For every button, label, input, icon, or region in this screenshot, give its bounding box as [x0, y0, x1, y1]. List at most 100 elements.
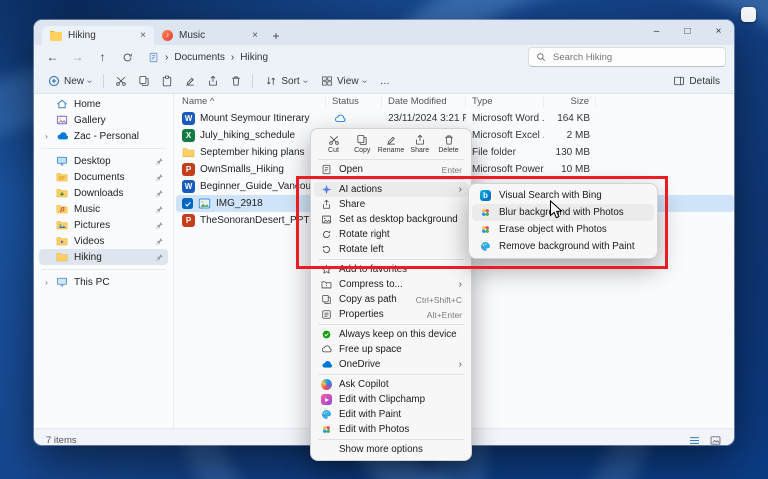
folder-icon — [182, 146, 195, 159]
menu-item-edit-with-paint[interactable]: Edit with Paint — [314, 407, 468, 422]
sidebar-item-this-pc[interactable]: › This PC — [39, 274, 168, 290]
copy-icon[interactable] — [133, 72, 154, 91]
quick-copy-button[interactable]: Copy — [349, 134, 376, 154]
tab-hiking[interactable]: Hiking × — [42, 26, 154, 45]
more-options-button[interactable]: … — [374, 74, 396, 89]
checkbox-checked-icon[interactable] — [182, 198, 193, 209]
menu-item-always-keep-on-device[interactable]: Always keep on this device — [314, 327, 468, 342]
breadcrumb: › Documents › Hiking — [142, 52, 524, 63]
chevron-right-icon[interactable]: › — [43, 278, 50, 287]
paste-icon[interactable] — [156, 72, 177, 91]
sort-button[interactable]: Sort › — [259, 73, 313, 89]
menu-item-edit-with-photos[interactable]: Edit with Photos — [314, 422, 468, 437]
sidebar-item-hiking[interactable]: Hiking — [39, 249, 168, 265]
rename-icon[interactable] — [179, 72, 200, 91]
new-tab-button[interactable]: + — [266, 26, 286, 45]
quick-rename-button[interactable]: Rename — [378, 134, 405, 154]
submenu-item-remove-background-paint[interactable]: Remove background with Paint — [472, 238, 654, 255]
sidebar-item-music[interactable]: Music — [39, 201, 168, 217]
menu-item-set-as-desktop-background[interactable]: Set as desktop background — [314, 212, 468, 227]
search-input[interactable] — [551, 51, 718, 64]
sidebar-item-onedrive[interactable]: › Zac - Personal — [39, 128, 168, 144]
submenu-item-visual-search-bing[interactable]: b Visual Search with Bing — [472, 187, 654, 204]
excel-file-icon: X — [182, 129, 195, 142]
quick-copy-label: Copy — [354, 147, 370, 154]
menu-item-compress-to[interactable]: Compress to... › — [314, 277, 468, 292]
new-button[interactable]: New › — [42, 73, 97, 89]
menu-item-ask-copilot[interactable]: Ask Copilot — [314, 377, 468, 392]
sidebar-item-videos[interactable]: Videos — [39, 233, 168, 249]
menu-item-rotate-right[interactable]: Rotate right — [314, 227, 468, 242]
menu-item-ai-actions[interactable]: AI actions › — [314, 182, 468, 197]
back-icon[interactable]: ← — [42, 47, 63, 67]
sidebar-item-home[interactable]: Home — [39, 96, 168, 112]
search-box[interactable] — [528, 47, 726, 67]
column-header-date[interactable]: Date Modified — [382, 96, 466, 108]
breadcrumb-documents[interactable]: Documents — [174, 52, 225, 63]
forward-icon[interactable]: → — [67, 47, 88, 67]
tab-close-icon[interactable]: × — [140, 31, 146, 41]
cut-icon[interactable] — [110, 72, 131, 91]
large-icons-view-icon[interactable] — [709, 434, 722, 446]
submenu-item-erase-object-photos[interactable]: Erase object with Photos — [472, 221, 654, 238]
sort-button-label: Sort — [281, 76, 299, 87]
maximize-button[interactable]: □ — [672, 20, 703, 42]
sidebar-item-downloads[interactable]: Downloads — [39, 185, 168, 201]
tab-music[interactable]: ♪ Music × — [154, 26, 266, 45]
share-icon[interactable] — [202, 72, 223, 91]
column-header-status[interactable]: Status — [326, 96, 382, 108]
file-name: IMG_2918 — [216, 198, 263, 209]
menu-item-rotate-left[interactable]: Rotate left — [314, 242, 468, 257]
sidebar-item-gallery[interactable]: Gallery — [39, 112, 168, 128]
menu-item-copy-as-path[interactable]: Copy as path Ctrl+Shift+C — [314, 292, 468, 307]
sidebar-item-documents[interactable]: Documents — [39, 169, 168, 185]
documents-folder-icon — [55, 171, 69, 183]
window-controls: – □ × — [641, 20, 734, 42]
file-type: Microsoft Power... — [466, 164, 544, 175]
pin-icon — [155, 205, 164, 214]
menu-item-open[interactable]: Open Enter — [314, 162, 468, 177]
folder-icon — [50, 31, 62, 41]
sidebar-item-pictures[interactable]: Pictures — [39, 217, 168, 233]
cloud-icon — [320, 344, 333, 355]
close-button[interactable]: × — [703, 20, 734, 42]
chevron-right-icon[interactable]: › — [43, 132, 50, 141]
tab-close-icon[interactable]: × — [252, 31, 258, 41]
details-pane-button[interactable]: Details — [667, 73, 726, 89]
menu-separator — [318, 179, 464, 180]
clipchamp-icon — [320, 394, 333, 405]
image-file-icon — [198, 197, 211, 210]
view-button[interactable]: View › — [315, 73, 372, 89]
submenu-item-blur-background-photos[interactable]: Blur background with Photos — [472, 204, 654, 221]
quick-delete-button[interactable]: Delete — [435, 134, 462, 154]
sidebar-item-label: Videos — [74, 236, 104, 247]
divider — [252, 74, 253, 88]
menu-item-edit-with-clipchamp[interactable]: Edit with Clipchamp — [314, 392, 468, 407]
pin-icon — [155, 253, 164, 262]
minimize-button[interactable]: – — [641, 20, 672, 42]
menu-item-properties[interactable]: Properties Alt+Enter — [314, 307, 468, 322]
details-view-icon[interactable] — [688, 434, 701, 446]
menu-item-add-to-favorites[interactable]: Add to favorites — [314, 262, 468, 277]
copilot-icon — [320, 379, 333, 390]
quick-share-button[interactable]: Share — [406, 134, 433, 154]
refresh-icon[interactable] — [117, 47, 138, 67]
menu-item-share[interactable]: Share — [314, 197, 468, 212]
chevron-down-icon: › — [84, 79, 95, 82]
menu-item-show-more-options[interactable]: Show more options — [314, 442, 468, 457]
quick-cut-button[interactable]: Cut — [320, 134, 347, 154]
column-header-type[interactable]: Type — [466, 96, 544, 108]
sidebar-item-desktop[interactable]: Desktop — [39, 153, 168, 169]
file-size: 164 KB — [544, 113, 596, 124]
column-header-size[interactable]: Size — [544, 96, 596, 108]
tab-bar: Hiking × ♪ Music × + – □ × — [34, 20, 734, 45]
breadcrumb-hiking[interactable]: Hiking — [240, 52, 268, 63]
menu-separator — [318, 259, 464, 260]
up-icon[interactable]: ↑ — [92, 47, 113, 67]
shortcut: Enter — [436, 165, 462, 175]
file-row-mount-seymour[interactable]: W Mount Seymour Itinerary 23/11/2024 3:2… — [176, 110, 734, 127]
delete-icon[interactable] — [225, 72, 246, 91]
column-header-name[interactable]: Name ^ — [176, 96, 326, 108]
menu-item-free-up-space[interactable]: Free up space — [314, 342, 468, 357]
menu-item-onedrive[interactable]: OneDrive › — [314, 357, 468, 372]
